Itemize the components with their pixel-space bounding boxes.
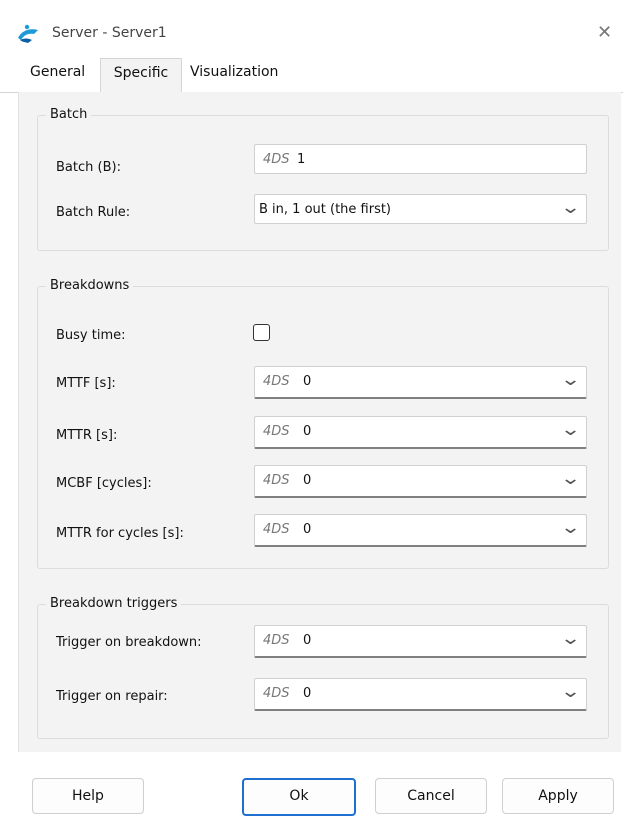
trigger-on-breakdown-label: Trigger on breakdown:: [56, 635, 202, 650]
chevron-down-icon: ⌄: [559, 369, 582, 390]
chevron-down-icon: ⌄: [559, 628, 582, 649]
help-button[interactable]: Help: [32, 778, 144, 814]
tab-strip: General Specific Visualization: [0, 56, 623, 93]
mttr-cycles-select[interactable]: 4DS 0 ⌄: [254, 514, 587, 547]
mcbf-value: 0: [303, 473, 312, 488]
mttr-cycles-ds-prefix: 4DS: [263, 522, 290, 537]
chevron-down-icon: ⌄: [559, 517, 582, 538]
mttf-value: 0: [303, 374, 312, 389]
ok-button[interactable]: Ok: [242, 778, 356, 816]
specific-panel: Batch Batch (B): 4DS 1 Batch Rule: B in,…: [18, 92, 621, 752]
chevron-down-icon: ⌄: [559, 197, 582, 218]
chevron-down-icon: ⌄: [559, 419, 582, 440]
button-bar: Help Ok Cancel Apply: [0, 752, 623, 824]
tab-visualization[interactable]: Visualization: [190, 64, 278, 80]
trigger-on-repair-select[interactable]: 4DS 0 ⌄: [254, 678, 587, 711]
mttf-label: MTTF [s]:: [56, 376, 116, 391]
trigger-breakdown-value: 0: [303, 633, 312, 648]
tab-specific[interactable]: Specific: [100, 58, 182, 93]
trigger-on-breakdown-select[interactable]: 4DS 0 ⌄: [254, 625, 587, 658]
breakdown-triggers-legend: Breakdown triggers: [46, 596, 182, 611]
mcbf-ds-prefix: 4DS: [263, 473, 290, 488]
batch-value: 1: [297, 152, 306, 167]
title-bar[interactable]: Server - Server1 ✕: [0, 0, 623, 44]
mttr-cycles-label: MTTR for cycles [s]:: [56, 526, 184, 541]
batch-rule-label: Batch Rule:: [56, 205, 131, 220]
mttr-select[interactable]: 4DS 0 ⌄: [254, 416, 587, 449]
window-title: Server - Server1: [52, 25, 167, 41]
mttf-select[interactable]: 4DS 0 ⌄: [254, 366, 587, 399]
cancel-button[interactable]: Cancel: [375, 778, 487, 814]
batch-group: Batch: [37, 107, 609, 251]
tab-general[interactable]: General: [30, 64, 85, 80]
mttr-label: MTTR [s]:: [56, 428, 118, 443]
busy-time-label: Busy time:: [56, 328, 126, 343]
chevron-down-icon: ⌄: [559, 468, 582, 489]
mttr-cycles-value: 0: [303, 522, 312, 537]
dialog-window: Server - Server1 ✕ General Specific Visu…: [0, 0, 623, 824]
mttr-ds-prefix: 4DS: [263, 424, 290, 439]
batch-input[interactable]: 4DS 1: [254, 144, 587, 174]
breakdowns-legend: Breakdowns: [46, 278, 134, 293]
apply-button[interactable]: Apply: [502, 778, 614, 814]
mttr-value: 0: [303, 424, 312, 439]
batch-rule-select[interactable]: B in, 1 out (the first) ⌄: [254, 194, 587, 224]
batch-label: Batch (B):: [56, 160, 121, 175]
trigger-repair-ds-prefix: 4DS: [263, 686, 290, 701]
chevron-down-icon: ⌄: [559, 681, 582, 702]
app-icon: [18, 24, 38, 43]
close-icon[interactable]: ✕: [597, 22, 612, 43]
batch-ds-prefix: 4DS: [263, 152, 290, 167]
trigger-on-repair-label: Trigger on repair:: [56, 689, 168, 704]
mcbf-select[interactable]: 4DS 0 ⌄: [254, 465, 587, 498]
mttf-ds-prefix: 4DS: [263, 374, 290, 389]
mcbf-label: MCBF [cycles]:: [56, 476, 152, 491]
batch-rule-value: B in, 1 out (the first): [259, 202, 392, 217]
busy-time-checkbox[interactable]: [253, 324, 270, 341]
trigger-breakdown-ds-prefix: 4DS: [263, 633, 290, 648]
batch-legend: Batch: [46, 107, 92, 122]
trigger-repair-value: 0: [303, 686, 312, 701]
